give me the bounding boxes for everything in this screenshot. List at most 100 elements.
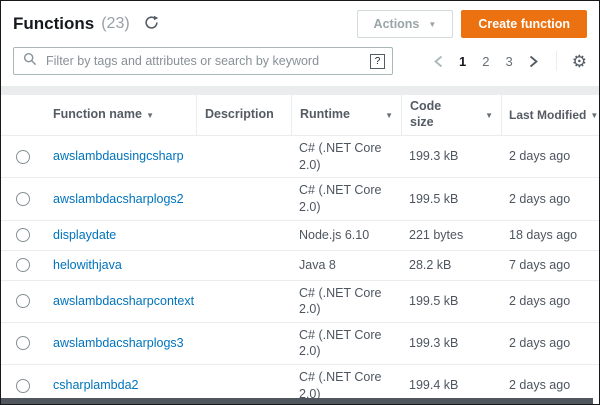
description-cell <box>196 231 291 239</box>
help-icon[interactable]: ? <box>370 54 385 69</box>
runtime-cell: C# (.NET Core 2.0) <box>291 178 401 219</box>
runtime-cell: C# (.NET Core 2.0) <box>291 323 401 364</box>
runtime-cell: C# (.NET Core 2.0) <box>291 281 401 322</box>
function-name-link[interactable]: awslambdacsharplogs3 <box>53 336 184 350</box>
gear-icon[interactable]: ⚙ <box>572 53 587 70</box>
radio-column-header <box>1 95 45 135</box>
name-cell: csharplambda2 <box>45 373 196 398</box>
code-size-cell: 199.5 kB <box>401 187 501 212</box>
sort-descending-icon: ▼ <box>146 111 154 120</box>
description-cell <box>196 382 291 390</box>
row-select-radio[interactable] <box>16 228 30 242</box>
name-cell: awslambdacsharplogs3 <box>45 331 196 356</box>
row-select-cell <box>1 188 45 210</box>
table-row: awslambdacsharplogs3 C# (.NET Core 2.0) … <box>1 322 599 364</box>
sort-descending-icon: ▼ <box>590 111 598 120</box>
name-cell: awslambdacsharpcontext <box>45 289 196 314</box>
column-label: Last Modified <box>509 108 586 123</box>
pagination-page-1[interactable]: 1 <box>459 54 466 69</box>
row-select-radio[interactable] <box>16 294 30 308</box>
description-cell <box>196 153 291 161</box>
function-name-link[interactable]: awslambdacsharplogs2 <box>53 192 184 206</box>
sort-descending-icon: ▼ <box>485 111 493 120</box>
column-header-name[interactable]: Function name ▼ <box>45 95 196 135</box>
description-cell <box>196 297 291 305</box>
filter-bar: ? 1 2 3 ⚙ <box>1 44 599 86</box>
runtime-cell: C# (.NET Core 2.0) <box>291 136 401 177</box>
row-select-cell <box>1 254 45 276</box>
name-cell: displaydate <box>45 223 196 248</box>
column-header-size[interactable]: Code size ▼ <box>401 95 501 135</box>
column-header-desc: Description <box>196 95 291 135</box>
column-label: Function name <box>53 107 142 123</box>
table-body: awslambdausingcsharp C# (.NET Core 2.0) … <box>1 135 599 405</box>
horizontal-scrollbar[interactable] <box>1 398 593 404</box>
lambda-functions-page: Functions (23) Actions ▼ Create function <box>0 0 600 405</box>
description-cell <box>196 339 291 347</box>
last-modified-cell: 7 days ago <box>501 253 599 278</box>
runtime-cell: Java 8 <box>291 253 401 278</box>
code-size-cell: 199.5 kB <box>401 289 501 314</box>
column-label: Code size <box>410 99 456 130</box>
runtime-cell: Node.js 6.10 <box>291 223 401 248</box>
filter-input-container: ? <box>13 47 393 75</box>
row-select-radio[interactable] <box>16 192 30 206</box>
pagination-page-3[interactable]: 3 <box>506 54 513 69</box>
code-size-cell: 28.2 kB <box>401 253 501 278</box>
pagination-page-2[interactable]: 2 <box>482 54 489 69</box>
page-title: Functions <box>13 14 94 34</box>
filter-input[interactable] <box>44 53 363 69</box>
function-name-link[interactable]: csharplambda2 <box>53 378 138 392</box>
function-count-badge: (23) <box>101 15 129 33</box>
sort-descending-icon: ▼ <box>385 111 393 120</box>
refresh-button[interactable] <box>144 15 159 33</box>
column-header-modified[interactable]: Last Modified ▼ <box>501 95 600 135</box>
chevron-down-icon: ▼ <box>428 20 436 29</box>
function-name-link[interactable]: helowithjava <box>53 258 122 272</box>
page-header: Functions (23) Actions ▼ Create function <box>1 1 599 44</box>
name-cell: awslambdausingcsharp <box>45 144 196 169</box>
name-cell: awslambdacsharplogs2 <box>45 187 196 212</box>
title-group: Functions (23) <box>13 14 159 34</box>
row-select-radio[interactable] <box>16 336 30 350</box>
pagination: 1 2 3 ⚙ <box>433 51 587 71</box>
refresh-icon <box>144 15 159 33</box>
pagination-pages: 1 2 3 <box>459 54 513 69</box>
last-modified-cell: 2 days ago <box>501 331 599 356</box>
code-size-cell: 199.4 kB <box>401 373 501 398</box>
function-name-link[interactable]: displaydate <box>53 228 116 242</box>
search-icon <box>23 52 37 71</box>
table-row: helowithjava Java 8 28.2 kB 7 days ago <box>1 250 599 280</box>
table-row: awslambdausingcsharp C# (.NET Core 2.0) … <box>1 135 599 177</box>
row-select-cell <box>1 224 45 246</box>
header-actions: Actions ▼ Create function <box>357 10 587 38</box>
column-header-runtime[interactable]: Runtime ▼ <box>291 95 401 135</box>
last-modified-cell: 2 days ago <box>501 289 599 314</box>
function-name-link[interactable]: awslambdausingcsharp <box>53 149 184 163</box>
column-label: Runtime <box>300 107 350 123</box>
table-row: awslambdacsharplogs2 C# (.NET Core 2.0) … <box>1 177 599 219</box>
row-select-radio[interactable] <box>16 379 30 393</box>
code-size-cell: 221 bytes <box>401 223 501 248</box>
row-select-cell <box>1 290 45 312</box>
table-top-strip <box>1 86 599 95</box>
pagination-divider <box>556 51 557 71</box>
chevron-left-icon[interactable] <box>433 55 444 68</box>
column-label: Description <box>205 107 274 123</box>
last-modified-cell: 2 days ago <box>501 144 599 169</box>
table-row: awslambdacsharpcontext C# (.NET Core 2.0… <box>1 280 599 322</box>
actions-button[interactable]: Actions ▼ <box>357 10 454 38</box>
last-modified-cell: 2 days ago <box>501 373 599 398</box>
row-select-radio[interactable] <box>16 258 30 272</box>
table-header-row: Function name ▼ Description Runtime ▼ Co… <box>1 95 599 135</box>
row-select-cell <box>1 332 45 354</box>
code-size-cell: 199.3 kB <box>401 144 501 169</box>
last-modified-cell: 2 days ago <box>501 187 599 212</box>
row-select-radio[interactable] <box>16 150 30 164</box>
create-function-button[interactable]: Create function <box>461 10 587 38</box>
table-row: displaydate Node.js 6.10 221 bytes 18 da… <box>1 220 599 250</box>
code-size-cell: 199.3 kB <box>401 331 501 356</box>
function-name-link[interactable]: awslambdacsharpcontext <box>53 294 194 308</box>
row-select-cell <box>1 375 45 397</box>
chevron-right-icon[interactable] <box>528 55 539 68</box>
